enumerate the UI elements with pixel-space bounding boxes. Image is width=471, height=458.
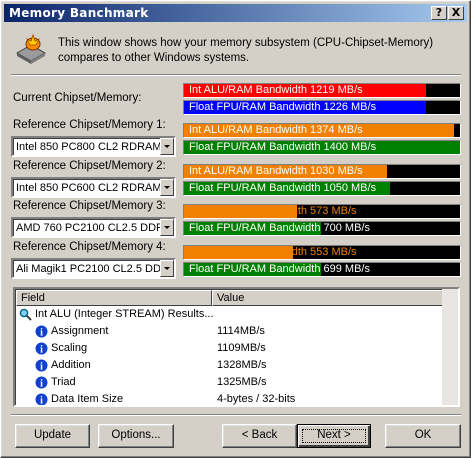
reference-2-select[interactable]: Intel 850 PC600 CL2 RDRAM (R xyxy=(11,177,176,198)
current-float-bar: Float FPU/RAM Bandwidth 1226 MB/s xyxy=(183,100,461,115)
help-button[interactable]: ? xyxy=(431,6,447,20)
memory-benchmark-window: Memory Banchmark ? X This window shows h… xyxy=(0,0,471,458)
window-title: Memory Banchmark xyxy=(9,6,149,20)
reference-3-int-bar: Int ALU/RAM Bandwidth 573 MB/s xyxy=(183,204,461,219)
svg-text:i: i xyxy=(40,379,43,390)
row-value: 1114MB/s xyxy=(217,325,265,337)
row-field: Scaling xyxy=(51,342,88,354)
row-field: Triad xyxy=(51,376,76,388)
info-icon: i xyxy=(35,342,48,355)
row-value: 1328MB/s xyxy=(217,359,267,371)
reference-1-select-value: Intel 850 PC800 CL2 RDRAM (R xyxy=(16,141,176,153)
reference-3-label: Reference Chipset/Memory 3: xyxy=(13,200,166,212)
reference-1-select[interactable]: Intel 850 PC800 CL2 RDRAM (R xyxy=(11,136,176,157)
back-button-label: < Back xyxy=(241,429,278,441)
reference-4-int-bar: Int ALU/RAM Bandwidth 553 MB/s xyxy=(183,245,461,260)
svg-text:i: i xyxy=(40,345,43,356)
results-list[interactable]: Field Value Int ALU (Integer STREAM) Res… xyxy=(13,287,460,407)
svg-text:i: i xyxy=(40,328,43,339)
column-header-value[interactable]: Value xyxy=(212,290,446,306)
memory-chip-icon xyxy=(15,33,47,64)
ok-button[interactable]: OK xyxy=(385,424,461,448)
reference-3-select-value: AMD 760 PC2100 CL2.5 DDR ( xyxy=(16,222,171,234)
reference-1-float-bar-text: Float FPU/RAM Bandwidth 1400 MB/s xyxy=(189,141,377,153)
reference-4-select[interactable]: Ali Magik1 PC2100 CL2.5 DDR xyxy=(11,258,176,279)
reference-4-label: Reference Chipset/Memory 4: xyxy=(13,241,166,253)
svg-text:i: i xyxy=(40,362,43,373)
group-row[interactable]: Int ALU (Integer STREAM) Results... xyxy=(16,306,446,323)
search-icon xyxy=(19,308,32,321)
info-icon: i xyxy=(35,393,48,407)
options-button-label: Options... xyxy=(111,429,161,441)
column-header-field[interactable]: Field xyxy=(16,290,212,306)
row-value: 1325MB/s xyxy=(217,376,267,388)
reference-1-int-bar: Int ALU/RAM Bandwidth 1374 MB/s xyxy=(183,123,461,138)
reference-1-label: Reference Chipset/Memory 1: xyxy=(13,119,166,131)
table-row[interactable]: i Addition 1328MB/s xyxy=(16,357,446,374)
reference-3-select[interactable]: AMD 760 PC2100 CL2.5 DDR ( xyxy=(11,217,176,238)
title-bar[interactable]: Memory Banchmark ? X xyxy=(4,4,467,22)
reference-3-int-bar-text: Int ALU/RAM Bandwidth 573 MB/s xyxy=(189,205,357,217)
intro-text: This window shows how your memory subsys… xyxy=(58,37,434,64)
reference-2-float-bar: Float FPU/RAM Bandwidth 1050 MB/s xyxy=(183,181,461,196)
next-button[interactable]: Next > xyxy=(297,424,371,448)
chevron-down-icon[interactable] xyxy=(160,179,174,196)
chevron-down-icon[interactable] xyxy=(160,260,174,277)
row-field: Addition xyxy=(51,359,91,371)
reference-2-int-bar-text: Int ALU/RAM Bandwidth 1030 MB/s xyxy=(189,165,363,177)
current-int-bar-text: Int ALU/RAM Bandwidth 1219 MB/s xyxy=(189,84,363,96)
svg-text:i: i xyxy=(40,396,43,407)
row-value: 4-bytes / 32-bits xyxy=(217,393,296,405)
back-button[interactable]: < Back xyxy=(222,424,297,448)
table-row[interactable]: i Triad 1325MB/s xyxy=(16,374,446,391)
reference-4-select-value: Ali Magik1 PC2100 CL2.5 DDR xyxy=(16,263,169,275)
reference-4-int-bar-text: Int ALU/RAM Bandwidth 553 MB/s xyxy=(189,246,357,258)
close-button[interactable]: X xyxy=(448,6,464,20)
ok-button-label: OK xyxy=(414,429,432,441)
update-button-label: Update xyxy=(33,429,72,441)
update-button[interactable]: Update xyxy=(15,424,90,448)
info-icon: i xyxy=(35,325,48,338)
reference-3-float-bar-text: Float FPU/RAM Bandwidth 700 MB/s xyxy=(189,222,370,234)
reference-4-float-bar-text: Float FPU/RAM Bandwidth 699 MB/s xyxy=(189,263,370,275)
row-field: Data Item Size xyxy=(51,393,124,405)
info-icon: i xyxy=(35,376,48,389)
vertical-scrollbar[interactable] xyxy=(442,289,458,405)
reference-2-float-bar-text: Float FPU/RAM Bandwidth 1050 MB/s xyxy=(189,182,377,194)
divider xyxy=(11,74,461,76)
chevron-down-icon[interactable] xyxy=(160,138,174,155)
reference-4-float-bar: Float FPU/RAM Bandwidth 699 MB/s xyxy=(183,262,461,277)
focus-rect xyxy=(302,429,366,443)
current-float-bar-text: Float FPU/RAM Bandwidth 1226 MB/s xyxy=(189,101,377,113)
reference-2-label: Reference Chipset/Memory 2: xyxy=(13,160,166,172)
table-row[interactable]: i Data Item Size 4-bytes / 32-bits xyxy=(16,391,446,407)
options-button[interactable]: Options... xyxy=(98,424,174,448)
info-icon: i xyxy=(35,359,48,372)
table-row[interactable]: i Scaling 1109MB/s xyxy=(16,340,446,357)
group-label: Int ALU (Integer STREAM) Results... xyxy=(35,308,214,320)
row-field: Assignment xyxy=(51,325,109,337)
chevron-down-icon[interactable] xyxy=(160,219,174,236)
reference-2-select-value: Intel 850 PC600 CL2 RDRAM (R xyxy=(16,182,176,194)
reference-2-int-bar: Int ALU/RAM Bandwidth 1030 MB/s xyxy=(183,164,461,179)
reference-1-int-bar-text: Int ALU/RAM Bandwidth 1374 MB/s xyxy=(189,124,363,136)
current-int-bar: Int ALU/RAM Bandwidth 1219 MB/s xyxy=(183,83,461,98)
reference-3-float-bar: Float FPU/RAM Bandwidth 700 MB/s xyxy=(183,221,461,236)
reference-1-float-bar: Float FPU/RAM Bandwidth 1400 MB/s xyxy=(183,140,461,155)
table-row[interactable]: i Assignment 1114MB/s xyxy=(16,323,446,340)
current-chipset-label: Current Chipset/Memory: xyxy=(13,92,142,104)
row-value: 1109MB/s xyxy=(217,342,266,354)
divider xyxy=(11,414,461,416)
